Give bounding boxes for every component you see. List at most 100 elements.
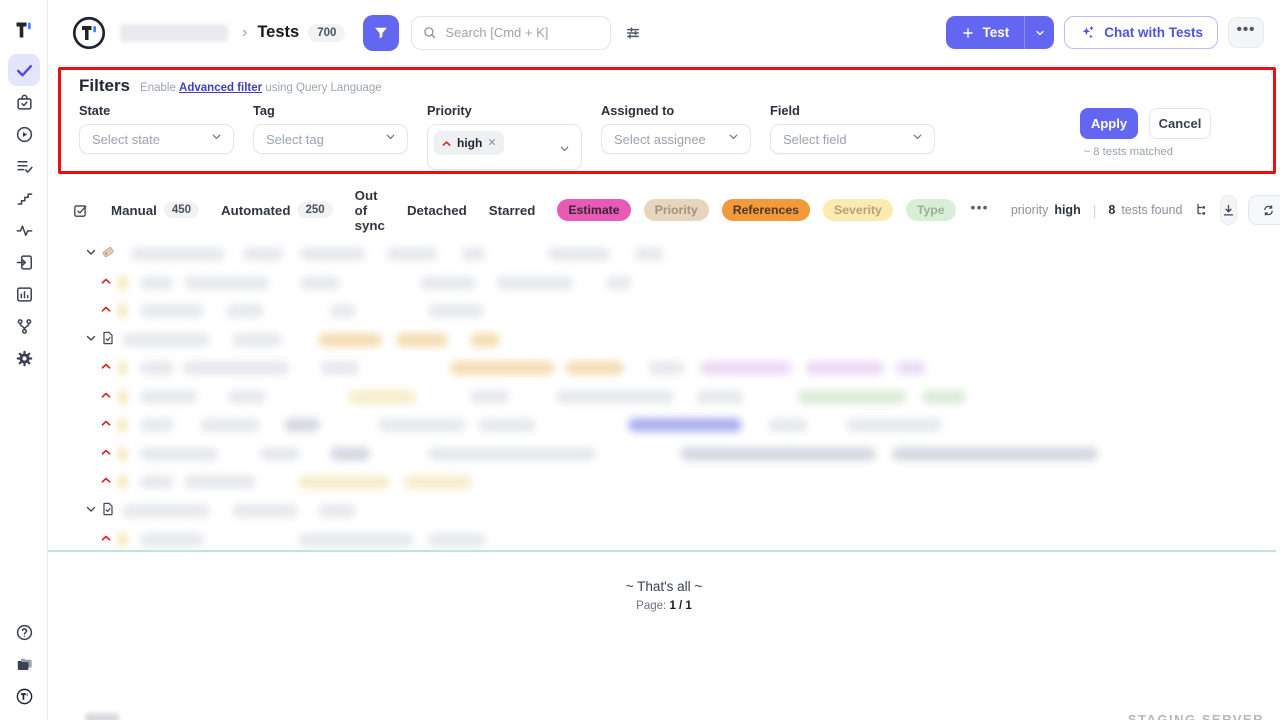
tab-label: Out of sync	[355, 188, 385, 233]
test-row[interactable]	[0, 357, 1280, 381]
chip-remove-icon[interactable]	[487, 134, 497, 152]
filter-field-state: StateSelect state	[79, 103, 234, 170]
state-select[interactable]: Select state	[79, 124, 234, 154]
new-test-dropdown[interactable]	[1024, 16, 1054, 49]
more-filters-button[interactable]: •••	[971, 200, 989, 215]
priority-high-icon	[100, 275, 112, 287]
pill-priority[interactable]: Priority	[644, 199, 709, 221]
staging-watermark: STAGING SERVER	[1128, 712, 1264, 720]
header-more-button[interactable]: •••	[1228, 17, 1264, 48]
blurred-content	[806, 361, 884, 375]
search-box[interactable]	[411, 16, 611, 50]
blurred-content	[696, 390, 744, 404]
priority-select[interactable]: high	[427, 124, 582, 170]
advanced-filter-link[interactable]: Advanced filter	[179, 82, 262, 94]
chevron-down-icon	[911, 130, 924, 148]
chevron-down-icon	[727, 130, 740, 148]
test-row[interactable]	[0, 443, 1280, 467]
tab-manual[interactable]: Manual450	[111, 202, 199, 218]
list-toolbar: Manual450Automated250Out of syncDetached…	[72, 192, 1264, 228]
suite-row[interactable]	[0, 500, 1280, 524]
filter-label: Tag	[253, 103, 408, 118]
plus-icon	[961, 26, 975, 40]
sidebar-item-folders[interactable]	[8, 648, 40, 680]
select-placeholder: Select state	[92, 132, 160, 147]
test-row[interactable]	[0, 386, 1280, 410]
cancel-button[interactable]: Cancel	[1149, 108, 1211, 139]
search-input[interactable]	[445, 25, 600, 40]
blurred-content	[606, 276, 632, 290]
chip-label: high	[457, 136, 482, 150]
test-row[interactable]	[0, 272, 1280, 296]
blurred-content	[298, 475, 390, 489]
select-placeholder: Select assignee	[614, 132, 706, 147]
sidebar-item-play-circle[interactable]	[8, 118, 40, 150]
chat-with-tests-button[interactable]: Chat with Tests	[1064, 16, 1218, 49]
filter-fields: StateSelect stateTagSelect tagPriorityhi…	[79, 103, 954, 170]
expand-chevron-icon[interactable]	[85, 332, 97, 344]
expand-chevron-icon[interactable]	[85, 246, 97, 258]
blurred-content	[348, 390, 416, 404]
filter-field-assigned-to: Assigned toSelect assignee	[601, 103, 751, 170]
tab-automated[interactable]: Automated250	[221, 202, 333, 218]
tag-select[interactable]: Select tag	[253, 124, 408, 154]
filter-field-tag: Tag Select tag	[253, 103, 408, 170]
select-tests-icon[interactable]	[72, 202, 89, 219]
tests-matched-text: ~ 8 tests matched	[1084, 146, 1173, 158]
suite-row[interactable]	[0, 243, 1280, 267]
sidebar-item-list-check[interactable]	[8, 150, 40, 182]
filters-title: Filters	[79, 76, 130, 96]
blurred-content	[896, 361, 926, 375]
sidebar-item-bar-chart[interactable]	[8, 278, 40, 310]
blurred-content	[846, 418, 942, 432]
sidebar-item-import-box[interactable]	[8, 246, 40, 278]
field-select[interactable]: Select field	[770, 124, 935, 154]
project-logo-icon[interactable]	[70, 14, 108, 52]
project-name-blurred[interactable]	[120, 24, 228, 42]
tree-view-icon[interactable]	[1194, 202, 1210, 218]
new-test-button[interactable]: Test	[946, 16, 1054, 49]
sidebar-item-help-circle[interactable]	[8, 616, 40, 648]
priority-high-icon	[100, 474, 112, 486]
test-row[interactable]	[0, 300, 1280, 324]
download-icon	[1221, 203, 1236, 218]
sidebar-item-steps[interactable]	[8, 182, 40, 214]
blurred-content	[628, 418, 742, 432]
pill-severity[interactable]: Severity	[823, 199, 893, 221]
reset-button[interactable]: Reset	[1248, 195, 1280, 225]
document-check-icon	[100, 501, 116, 517]
sliders-icon[interactable]	[624, 24, 642, 42]
expand-chevron-icon[interactable]	[85, 503, 97, 515]
assigned-to-select[interactable]: Select assignee	[601, 124, 751, 154]
blurred-content	[140, 475, 174, 489]
blurred-content	[260, 447, 300, 461]
app-logo-icon[interactable]	[12, 18, 36, 42]
sidebar-item-briefcase[interactable]	[8, 86, 40, 118]
pill-references[interactable]: References	[722, 199, 810, 221]
filter-button[interactable]	[363, 15, 399, 51]
sidebar-item-logo-circle[interactable]	[8, 680, 40, 712]
blurred-content	[226, 304, 264, 318]
suite-row[interactable]	[0, 329, 1280, 353]
download-button[interactable]	[1220, 195, 1237, 225]
blurred-content	[284, 418, 320, 432]
tab-detached[interactable]: Detached	[407, 203, 467, 218]
pill-type[interactable]: Type	[906, 199, 956, 221]
chevron-down-icon	[210, 130, 223, 148]
priority-high-icon	[100, 532, 112, 544]
pill-estimate[interactable]: Estimate	[557, 199, 630, 221]
blurred-content	[140, 304, 204, 318]
test-row[interactable]	[0, 414, 1280, 438]
blurred-content	[478, 418, 536, 432]
blurred-content	[330, 304, 356, 318]
sidebar-item-branch[interactable]	[8, 310, 40, 342]
blurred-content	[232, 504, 298, 518]
priority-chip[interactable]: high	[434, 131, 504, 155]
apply-button[interactable]: Apply	[1080, 108, 1138, 139]
sidebar-item-gear[interactable]	[8, 342, 40, 374]
sidebar-item-check[interactable]	[8, 54, 40, 86]
tab-starred[interactable]: Starred	[489, 203, 536, 218]
tab-out-of-sync[interactable]: Out of sync	[355, 188, 385, 233]
sidebar-item-pulse[interactable]	[8, 214, 40, 246]
test-row[interactable]	[0, 471, 1280, 495]
